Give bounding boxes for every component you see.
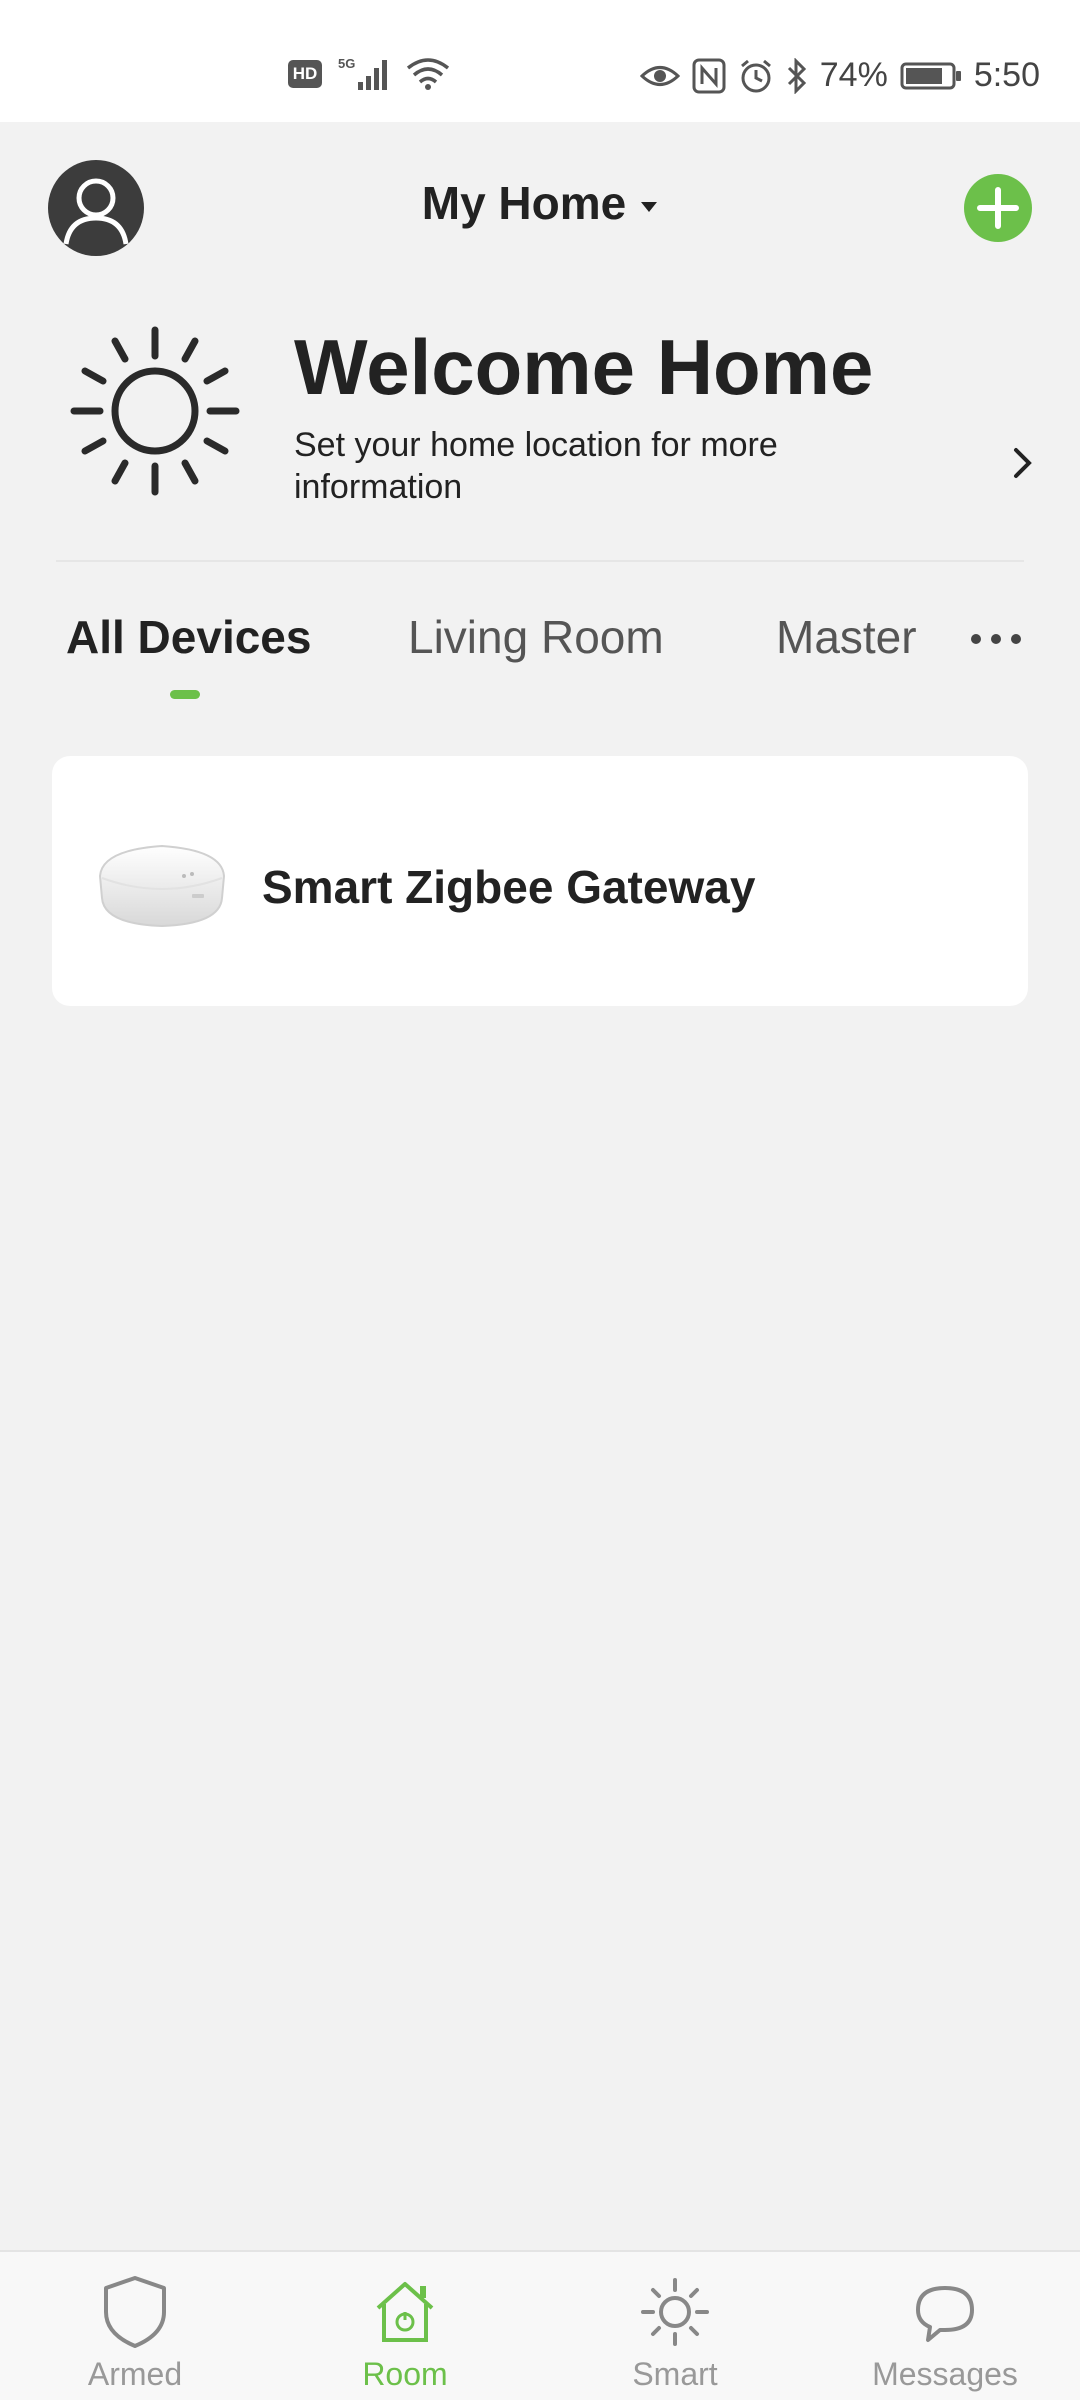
nav-messages[interactable]: Messages <box>810 2252 1080 2400</box>
welcome-subtitle[interactable]: Set your home location for more informat… <box>294 424 854 508</box>
caret-down-icon <box>641 201 658 212</box>
signal-icon: 5G <box>338 56 387 90</box>
chat-bubble-icon <box>916 2286 974 2342</box>
home-selector[interactable]: My Home <box>0 176 1080 230</box>
plus-icon <box>977 187 1019 229</box>
nav-smart-label: Smart <box>632 2356 718 2392</box>
battery-icon <box>900 62 961 89</box>
status-bar: HD 5G 74% 5:50 <box>0 0 1080 122</box>
sun-icon <box>70 326 240 496</box>
clock: 5:50 <box>973 56 1040 94</box>
network-type-label: 5G <box>338 56 355 71</box>
hd-icon: HD <box>288 60 322 88</box>
nav-room[interactable]: Room <box>270 2252 540 2400</box>
device-name: Smart Zigbee Gateway <box>262 861 756 913</box>
nav-smart[interactable]: Smart <box>540 2252 810 2400</box>
alarm-icon <box>740 59 771 92</box>
active-tab-indicator <box>170 690 200 699</box>
sun-icon <box>641 2278 709 2346</box>
nav-messages-label: Messages <box>872 2356 1018 2392</box>
nav-room-label: Room <box>362 2356 448 2392</box>
nav-armed-label: Armed <box>87 2356 183 2392</box>
bottom-nav: Armed Room Smart Messages <box>0 2250 1080 2400</box>
wifi-icon <box>406 58 450 90</box>
chevron-right-icon[interactable] <box>1012 446 1034 480</box>
bluetooth-icon <box>787 57 806 94</box>
device-card[interactable]: Smart Zigbee Gateway <box>52 756 1028 1006</box>
status-bar-left: HD 5G <box>288 56 450 92</box>
status-bar-right: 74% 5:50 <box>639 56 1040 95</box>
nav-armed[interactable]: Armed <box>0 2252 270 2400</box>
section-divider <box>56 560 1024 562</box>
battery-percent: 74% <box>819 56 888 94</box>
tab-all-devices[interactable]: All Devices <box>66 610 311 664</box>
tab-living-room[interactable]: Living Room <box>408 610 664 664</box>
eye-icon <box>639 65 680 86</box>
shield-icon <box>104 2276 166 2348</box>
tab-master[interactable]: Master <box>776 610 917 664</box>
zigbee-gateway-image <box>98 844 226 928</box>
welcome-title: Welcome Home <box>294 323 874 411</box>
home-name: My Home <box>421 177 627 229</box>
nfc-icon <box>692 58 726 93</box>
house-icon <box>376 2282 434 2342</box>
add-device-button[interactable] <box>964 174 1032 242</box>
more-icon[interactable] <box>966 624 1026 654</box>
